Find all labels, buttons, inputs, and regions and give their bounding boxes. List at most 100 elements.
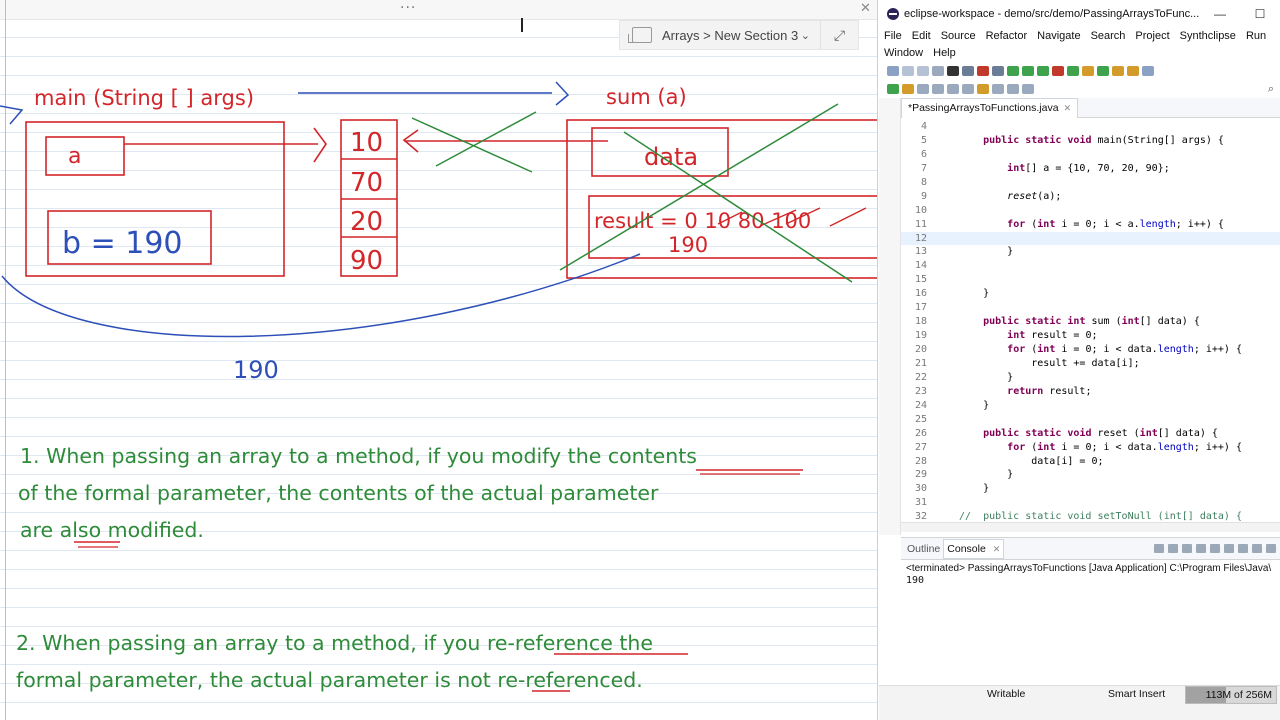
code-line[interactable]: 28 data[i] = 0; [901, 455, 1280, 469]
code-line[interactable]: 18 public static int sum (int[] data) { [901, 315, 1280, 329]
note-page[interactable]: ··· ✕ Arrays > New Section 3 ⌄ ⤢ main (S… [0, 0, 878, 720]
display-console-icon[interactable] [1252, 544, 1262, 553]
code-text[interactable]: public static int sum (int[] data) { [959, 315, 1200, 329]
code-line[interactable]: 8 [901, 176, 1280, 190]
code-line[interactable]: 24 } [901, 399, 1280, 413]
code-text[interactable]: reset(a); [959, 190, 1061, 204]
close-console-icon[interactable]: ✕ [993, 544, 1001, 554]
open-console-icon[interactable] [1266, 544, 1276, 553]
code-line[interactable]: 11 for (int i = 0; i < a.length; i++) { [901, 218, 1280, 232]
skip-breakpoints-icon[interactable] [962, 66, 974, 76]
word-wrap-icon[interactable] [1224, 544, 1234, 553]
maximize-icon[interactable]: ☐ [1240, 7, 1280, 21]
terminate-console-icon[interactable] [1154, 544, 1164, 553]
code-line[interactable]: 14 [901, 259, 1280, 273]
code-line[interactable]: 19 int result = 0; [901, 329, 1280, 343]
save-all-icon[interactable] [917, 66, 929, 76]
code-line[interactable]: 7 int[] a = {10, 70, 20, 90}; [901, 162, 1280, 176]
code-line[interactable]: 17 [901, 301, 1280, 315]
code-editor[interactable]: 4 5 public static void main(String[] args… [901, 120, 1280, 528]
code-text[interactable]: } [959, 287, 989, 301]
menu-help[interactable]: Help [933, 45, 956, 62]
menu-edit[interactable]: Edit [912, 28, 931, 45]
eclipse-window[interactable]: eclipse-workspace - demo/src/demo/Passin… [879, 0, 1280, 720]
step-icon[interactable] [992, 66, 1004, 76]
pin-console-icon[interactable] [1238, 544, 1248, 553]
minimize-icon[interactable]: — [1200, 7, 1240, 21]
terminate-icon[interactable] [977, 66, 989, 76]
editor-tab[interactable]: *PassingArraysToFunctions.java ✕ [901, 97, 1079, 118]
code-line[interactable]: 27 for (int i = 0; i < data.length; i++)… [901, 441, 1280, 455]
console-output[interactable]: 190 [901, 574, 1280, 587]
menu-refactor[interactable]: Refactor [986, 28, 1028, 45]
code-text[interactable]: } [959, 482, 989, 496]
code-line[interactable]: 23 return result; [901, 385, 1280, 399]
code-line[interactable]: 21 result += data[i]; [901, 357, 1280, 371]
menu-run[interactable]: Run [1246, 28, 1266, 45]
open-type-icon[interactable] [1112, 66, 1124, 76]
code-line[interactable]: 13 } [901, 245, 1280, 259]
debug-icon[interactable] [1007, 66, 1019, 76]
code-line[interactable]: 15 [901, 273, 1280, 287]
code-text[interactable]: for (int i = 0; i < data.length; i++) { [959, 441, 1242, 455]
tab-console[interactable]: Console ✕ [943, 538, 1005, 559]
code-line[interactable]: 20 for (int i = 0; i < data.length; i++)… [901, 343, 1280, 357]
horizontal-scrollbar[interactable] [901, 522, 1280, 532]
menu-window[interactable]: Window [884, 45, 923, 62]
clear-console-icon[interactable] [1196, 544, 1206, 553]
save-icon[interactable] [902, 66, 914, 76]
window-titlebar[interactable]: eclipse-workspace - demo/src/demo/Passin… [879, 0, 1280, 28]
menu-project[interactable]: Project [1135, 28, 1169, 45]
run-icon[interactable] [1022, 66, 1034, 76]
code-text[interactable]: data[i] = 0; [959, 455, 1103, 469]
code-line[interactable]: 10 [901, 204, 1280, 218]
menu-search[interactable]: Search [1091, 28, 1126, 45]
close-tab-icon[interactable]: ✕ [1064, 103, 1072, 114]
remove-all-icon[interactable] [1182, 544, 1192, 553]
back-icon[interactable] [992, 84, 1004, 94]
prev-annotation-icon[interactable] [962, 84, 974, 94]
resume-icon[interactable] [947, 66, 959, 76]
code-line[interactable]: 4 [901, 120, 1280, 134]
toggle-mark-icon[interactable] [917, 84, 929, 94]
menu-navigate[interactable]: Navigate [1037, 28, 1080, 45]
code-line[interactable]: 5 public static void main(String[] args)… [901, 134, 1280, 148]
code-text[interactable]: } [959, 245, 1013, 259]
tab-outline[interactable]: Outline [904, 543, 943, 555]
external-tools-icon[interactable] [1052, 66, 1064, 76]
search-icon[interactable]: ⌕ [1268, 83, 1274, 96]
open-task-icon[interactable] [1127, 66, 1139, 76]
code-text[interactable]: public static void main(String[] args) { [959, 134, 1224, 148]
code-line[interactable]: 25 [901, 413, 1280, 427]
code-text[interactable]: return result; [959, 385, 1091, 399]
forward-icon[interactable] [1007, 84, 1019, 94]
scroll-lock-icon[interactable] [1210, 544, 1220, 553]
last-edit-icon[interactable] [977, 84, 989, 94]
code-line[interactable]: 6 [901, 148, 1280, 162]
code-text[interactable] [959, 232, 1031, 246]
coverage-icon[interactable] [1037, 66, 1049, 76]
code-text[interactable]: public static void reset (int[] data) { [959, 427, 1218, 441]
code-line[interactable]: 22 } [901, 371, 1280, 385]
menu-source[interactable]: Source [941, 28, 976, 45]
heap-status[interactable]: 113M of 256M [1185, 686, 1277, 704]
code-line[interactable]: 12 [901, 231, 1280, 246]
new-package-icon[interactable] [1082, 66, 1094, 76]
menu-synthclipse[interactable]: Synthclipse [1180, 28, 1236, 45]
new-java-project-icon[interactable] [1067, 66, 1079, 76]
code-text[interactable]: for (int i = 0; i < data.length; i++) { [959, 343, 1242, 357]
code-text[interactable]: } [959, 468, 1013, 482]
code-line[interactable]: 29 } [901, 468, 1280, 482]
search-toolbar-icon[interactable] [1142, 66, 1154, 76]
code-text[interactable]: } [959, 399, 989, 413]
pin-editor-icon[interactable] [1022, 84, 1034, 94]
show-whitespace-icon[interactable] [932, 84, 944, 94]
print-icon[interactable] [932, 66, 944, 76]
code-text[interactable]: int[] a = {10, 70, 20, 90}; [959, 162, 1170, 176]
code-line[interactable]: 26 public static void reset (int[] data)… [901, 427, 1280, 441]
next-annotation-icon[interactable] [947, 84, 959, 94]
menu-file[interactable]: File [884, 28, 902, 45]
code-text[interactable]: int result = 0; [959, 329, 1097, 343]
code-text[interactable]: for (int i = 0; i < a.length; i++) { [959, 218, 1224, 232]
annotation-icon[interactable] [902, 84, 914, 94]
